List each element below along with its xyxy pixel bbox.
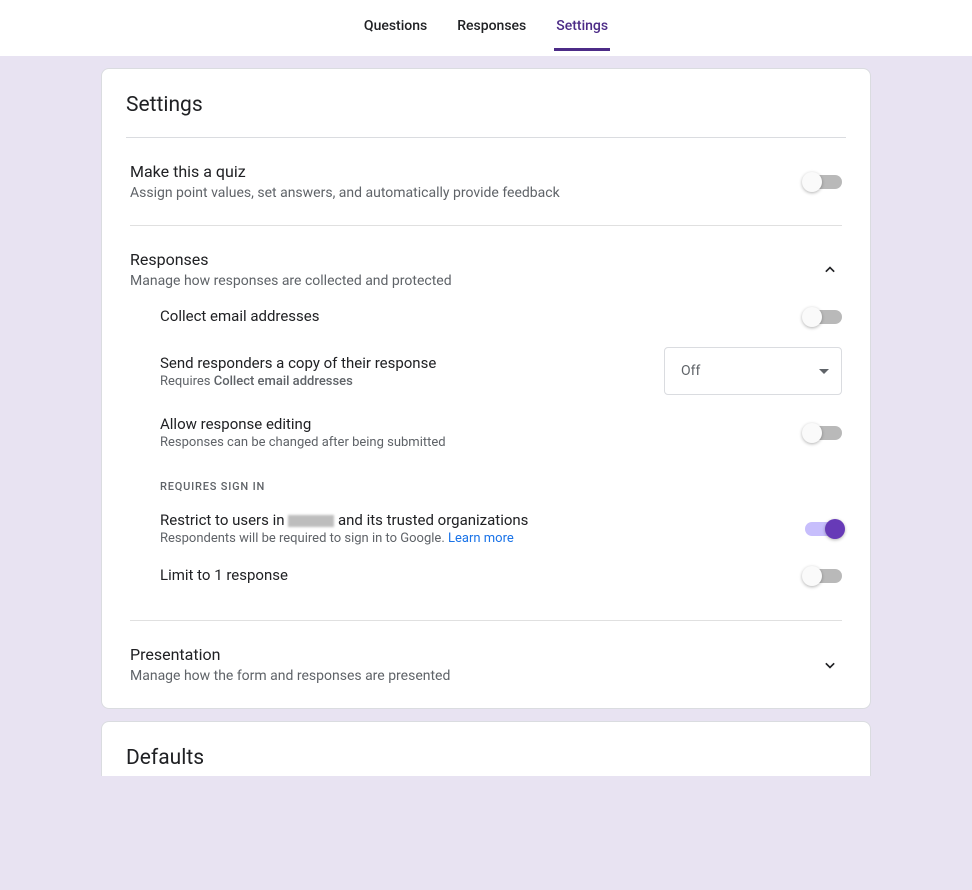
chevron-down-icon[interactable]: [818, 653, 842, 677]
responses-title: Responses: [130, 250, 818, 269]
quiz-section: Make this a quiz Assign point values, se…: [102, 138, 870, 225]
presentation-title: Presentation: [130, 645, 818, 664]
learn-more-link[interactable]: Learn more: [448, 531, 514, 546]
allow-edit-title: Allow response editing: [160, 415, 446, 433]
responses-subsection: Collect email addresses Send responders …: [102, 297, 870, 620]
dropdown-arrow-icon: [819, 369, 829, 374]
allow-edit-row: Allow response editing Responses can be …: [160, 405, 842, 460]
chevron-up-icon[interactable]: [818, 258, 842, 282]
requires-signin-caption: REQUIRES SIGN IN: [160, 480, 842, 493]
defaults-title: Defaults: [126, 746, 846, 776]
restrict-toggle[interactable]: [805, 522, 842, 536]
quiz-toggle[interactable]: [805, 175, 842, 189]
tabs-container: Questions Responses Settings: [362, 4, 610, 51]
defaults-card: Defaults: [101, 721, 871, 776]
restrict-desc: Respondents will be required to sign in …: [160, 531, 528, 546]
tab-responses[interactable]: Responses: [455, 18, 528, 51]
send-copy-row: Send responders a copy of their response…: [160, 337, 842, 405]
send-copy-select[interactable]: Off: [664, 347, 842, 395]
page-title: Settings: [102, 93, 870, 137]
send-copy-title: Send responders a copy of their response: [160, 354, 436, 372]
collect-email-label: Collect email addresses: [160, 307, 320, 325]
limit-one-label: Limit to 1 response: [160, 566, 288, 584]
collect-email-row: Collect email addresses: [160, 297, 842, 337]
send-copy-desc: Requires Collect email addresses: [160, 374, 436, 389]
responses-desc: Manage how responses are collected and p…: [130, 273, 818, 289]
top-tab-bar: Questions Responses Settings: [0, 0, 972, 56]
restrict-row: Restrict to users in and its trusted org…: [160, 501, 842, 556]
page-background: Settings Make this a quiz Assign point v…: [0, 56, 972, 890]
tab-questions[interactable]: Questions: [362, 18, 429, 51]
allow-edit-desc: Responses can be changed after being sub…: [160, 435, 446, 450]
responses-section: Responses Manage how responses are colle…: [102, 226, 870, 297]
send-copy-select-value: Off: [681, 363, 700, 379]
limit-one-toggle[interactable]: [805, 569, 842, 583]
allow-edit-toggle[interactable]: [805, 426, 842, 440]
quiz-title: Make this a quiz: [130, 162, 805, 181]
org-redacted: [288, 515, 334, 527]
restrict-title: Restrict to users in and its trusted org…: [160, 511, 528, 529]
collect-email-toggle[interactable]: [805, 310, 842, 324]
quiz-desc: Assign point values, set answers, and au…: [130, 185, 805, 201]
presentation-section: Presentation Manage how the form and res…: [102, 621, 870, 708]
settings-card: Settings Make this a quiz Assign point v…: [101, 68, 871, 709]
tab-settings[interactable]: Settings: [554, 18, 610, 51]
presentation-desc: Manage how the form and responses are pr…: [130, 668, 818, 684]
limit-one-row: Limit to 1 response: [160, 556, 842, 596]
